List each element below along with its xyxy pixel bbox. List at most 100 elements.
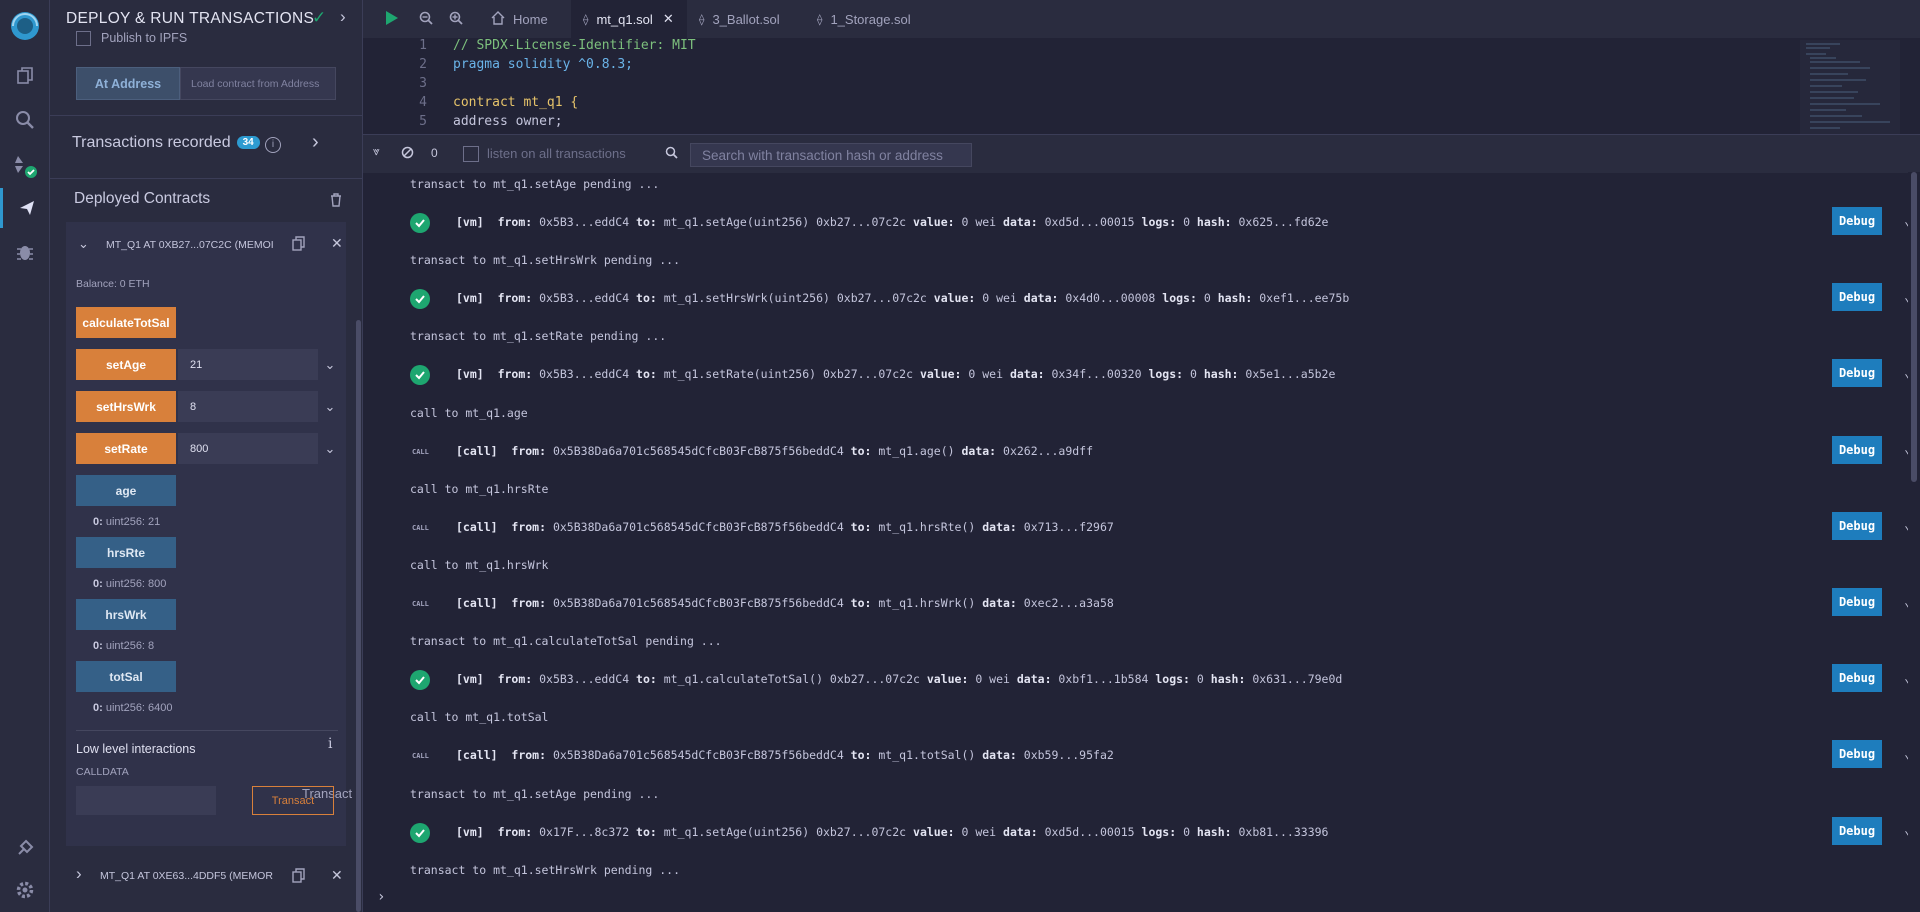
zoom-in-icon[interactable] — [449, 11, 463, 28]
set-hrs-wrk-input[interactable]: 8 — [178, 391, 318, 422]
tab-mt-q1-sol[interactable]: ⟠ mt_q1.sol ✕ — [571, 0, 687, 38]
set-rate-expand-chevron-icon[interactable]: ⌄ — [320, 433, 340, 464]
remove-instance-close-icon[interactable]: ✕ — [331, 867, 343, 884]
remove-instance-close-icon[interactable]: ✕ — [331, 235, 343, 252]
listen-all-checkbox[interactable] — [463, 146, 479, 162]
age-button[interactable]: age — [76, 475, 176, 506]
search-icon[interactable] — [0, 100, 49, 140]
solidity-compiler-icon[interactable] — [0, 146, 49, 186]
terminal-transaction-row[interactable]: CALL [call] from: 0x5B38Da6a701c568545dCf… — [410, 740, 1908, 769]
set-age-input[interactable]: 21 — [178, 349, 318, 380]
set-hrs-wrk-button[interactable]: setHrsWrk — [76, 391, 176, 422]
code-line: address owner; — [453, 114, 563, 129]
tab-home[interactable]: Home — [483, 0, 578, 38]
set-age-expand-chevron-icon[interactable]: ⌄ — [320, 349, 340, 380]
debug-button[interactable]: Debug — [1832, 511, 1882, 540]
expand-chevron-down-icon[interactable]: ⌄ — [1896, 740, 1908, 768]
expand-chevron-down-icon[interactable]: ⌄ — [1896, 588, 1908, 616]
transaction-search-input[interactable]: Search with transaction hash or address — [690, 143, 972, 167]
debug-button[interactable]: Debug — [1832, 588, 1882, 616]
set-rate-button[interactable]: setRate — [76, 433, 176, 464]
terminal-transaction-row[interactable]: [vm] from: 0x5B3...eddC4 to: mt_q1.setHr… — [410, 283, 1908, 312]
terminal-transaction-row[interactable]: [vm] from: 0x17F...8c372 to: mt_q1.setAg… — [410, 816, 1908, 845]
debug-button[interactable]: Debug — [1832, 664, 1882, 693]
load-contract-address-input[interactable]: Load contract from Address — [180, 67, 336, 100]
transaction-summary: [call] from: 0x5B38Da6a701c568545dCfcB03… — [456, 596, 1114, 610]
info-icon[interactable]: i — [265, 137, 281, 153]
deploy-run-icon[interactable] — [0, 188, 52, 228]
set-hrs-wrk-expand-chevron-icon[interactable]: ⌄ — [320, 391, 340, 422]
transact-button-box[interactable]: Transact — [252, 786, 334, 815]
close-tab-icon[interactable]: ✕ — [663, 11, 674, 27]
debug-button[interactable]: Debug — [1832, 283, 1882, 312]
transactions-chevron-right-icon[interactable]: › — [312, 131, 319, 154]
deployed-contracts-heading: Deployed Contracts — [74, 190, 211, 207]
collapse-terminal-icon[interactable]: ⩔ — [373, 144, 380, 159]
tot-sal-button[interactable]: totSal — [76, 661, 176, 692]
calldata-label: CALLDATA — [76, 766, 129, 778]
second-instance-row[interactable]: › MT_Q1 AT 0XE63...4DDF5 (MEMOR ✕ — [66, 856, 346, 896]
terminal-prompt[interactable]: › — [363, 883, 1920, 912]
instance-title[interactable]: MT_Q1 AT 0XB27...07C2C (MEMOI — [106, 239, 274, 251]
expand-chevron-down-icon[interactable]: ⌄ — [1896, 436, 1908, 464]
plugin-manager-icon[interactable] — [0, 828, 49, 868]
transactions-recorded-label: Transactions recorded — [72, 134, 231, 151]
expand-chevron-down-icon[interactable]: ⌄ — [1896, 207, 1908, 235]
calculate-tot-sal-button[interactable]: calculateTotSal — [76, 307, 176, 338]
debug-button[interactable]: Debug — [1832, 359, 1882, 388]
expand-chevron-down-icon[interactable]: ⌄ — [1896, 512, 1908, 540]
debug-button[interactable]: Debug — [1832, 435, 1882, 464]
hrs-wrk-return-value: 0: uint256: 8 — [93, 640, 155, 652]
copy-address-icon[interactable] — [292, 868, 306, 887]
debug-button[interactable]: Debug — [1832, 816, 1882, 845]
zoom-out-icon[interactable] — [419, 11, 433, 28]
set-rate-input[interactable]: 800 — [178, 433, 318, 464]
debug-button[interactable]: Debug — [1832, 207, 1882, 235]
terminal-transaction-row[interactable]: CALL [call] from: 0x5B38Da6a701c568545dCf… — [410, 435, 1908, 464]
panel-chevron-right-icon[interactable]: › — [340, 7, 346, 27]
code-editor[interactable]: 1 2 3 4 5 // SPDX-License-Identifier: MI… — [363, 38, 1920, 134]
tab-ballot-sol[interactable]: ⟠ 3_Ballot.sol — [687, 0, 799, 38]
remix-logo-icon[interactable] — [0, 4, 49, 48]
clear-console-icon[interactable] — [401, 146, 414, 162]
hrs-rte-button[interactable]: hrsRte — [76, 537, 176, 568]
terminal-transaction-row[interactable]: [vm] from: 0x5B3...eddC4 to: mt_q1.calcu… — [410, 664, 1908, 693]
expand-chevron-down-icon[interactable]: ⌄ — [1896, 283, 1908, 311]
transaction-summary: [call] from: 0x5B38Da6a701c568545dCfcB03… — [456, 748, 1114, 763]
panel-scrollbar[interactable] — [356, 320, 361, 912]
tab-storage-sol[interactable]: ⟠ 1_Storage.sol — [799, 0, 925, 38]
tot-sal-return-value: 0: uint256: 6400 — [93, 702, 173, 714]
transaction-summary: [vm] from: 0x5B3...eddC4 to: mt_q1.setHr… — [456, 291, 1350, 306]
terminal-transaction-row[interactable]: CALL [call] from: 0x5B38Da6a701c568545dCf… — [410, 511, 1908, 540]
publish-ipfs-label: Publish to IPFS — [101, 31, 188, 45]
terminal-transaction-row[interactable]: [vm] from: 0x5B3...eddC4 to: mt_q1.setRa… — [410, 359, 1908, 388]
trash-icon[interactable] — [330, 193, 342, 210]
transactions-recorded-heading[interactable]: Transactions recorded 34 — [72, 134, 260, 152]
transaction-summary: [call] from: 0x5B38Da6a701c568545dCfcB03… — [456, 519, 1114, 534]
file-explorer-icon[interactable] — [0, 56, 49, 96]
debug-button[interactable]: Debug — [1832, 740, 1882, 769]
low-level-info-icon[interactable]: i — [328, 736, 332, 752]
terminal-transaction-row[interactable]: [vm] from: 0x5B3...eddC4 to: mt_q1.setAg… — [410, 207, 1908, 235]
call-icon: CALL — [412, 752, 429, 761]
terminal-transaction-row[interactable]: CALL [call] from: 0x5B38Da6a701c568545dCf… — [410, 588, 1908, 616]
copy-address-icon[interactable] — [292, 236, 306, 255]
expand-chevron-down-icon[interactable]: ⌄ — [1896, 817, 1908, 845]
debugger-icon[interactable] — [0, 232, 49, 272]
terminal-scrollbar[interactable] — [1908, 172, 1920, 882]
set-age-button[interactable]: setAge — [76, 349, 176, 380]
collapse-chevron-down-icon[interactable]: ⌄ — [78, 236, 89, 252]
hrs-wrk-button[interactable]: hrsWrk — [76, 599, 176, 630]
settings-gear-icon[interactable] — [0, 870, 49, 910]
expand-chevron-down-icon[interactable]: ⌄ — [1896, 359, 1908, 387]
expand-chevron-down-icon[interactable]: ⌄ — [1896, 664, 1908, 692]
expand-chevron-right-icon[interactable]: › — [76, 864, 82, 884]
success-check-icon — [410, 822, 430, 843]
run-play-icon[interactable] — [385, 10, 399, 29]
divider — [50, 178, 362, 179]
code-minimap[interactable] — [1800, 40, 1900, 134]
publish-ipfs-checkbox[interactable] — [76, 30, 91, 46]
verified-check-icon: ✓ — [312, 8, 327, 27]
calldata-input[interactable] — [76, 786, 216, 815]
at-address-button[interactable]: At Address — [76, 67, 180, 100]
